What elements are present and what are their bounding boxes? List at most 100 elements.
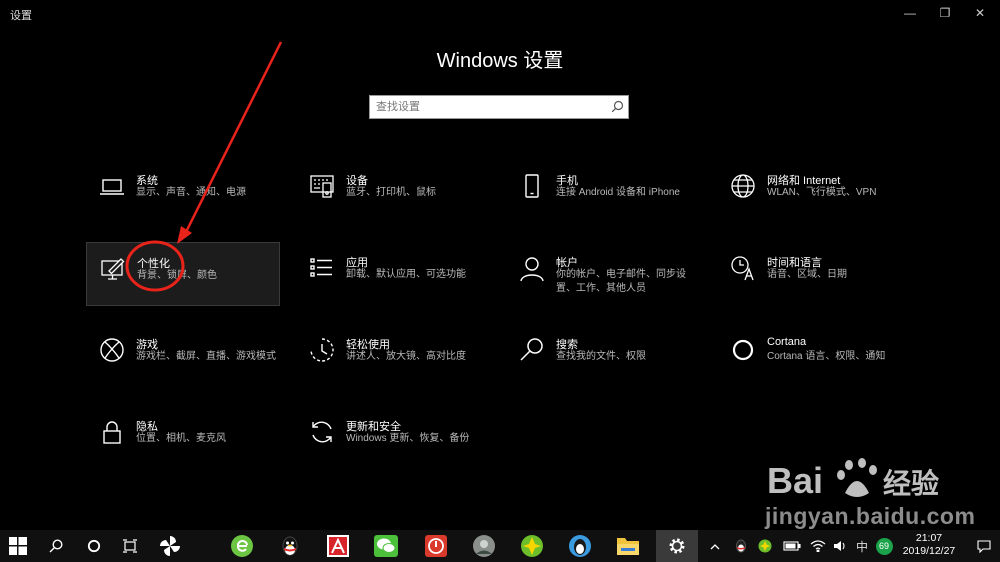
category-desc: 连接 Android 设备和 iPhone: [556, 187, 680, 198]
gear-icon: [669, 538, 685, 554]
baidu-watermark: Bai 经验 jingyan.baidu.com: [765, 455, 980, 540]
taskbar: 中 69 21:07 2019/12/27: [0, 530, 1000, 562]
category-gaming[interactable]: 游戏 游戏栏、截屏、直播、游戏模式: [86, 324, 280, 388]
minimize-button[interactable]: —: [893, 0, 927, 26]
category-personalization[interactable]: 个性化 背景、锁屏、颜色: [86, 242, 280, 306]
category-update-security[interactable]: 更新和安全 Windows 更新、恢复、备份: [296, 406, 490, 470]
taskbar-pinwheel-app[interactable]: [152, 530, 188, 562]
category-desc: 查找我的文件、权限: [556, 351, 646, 362]
taskbar-app-file-explorer[interactable]: [608, 530, 648, 562]
tray-wifi[interactable]: [806, 530, 830, 562]
power-app-icon: [425, 535, 447, 557]
taskbar-app-red-power[interactable]: [416, 530, 456, 562]
category-desc: 游戏栏、截屏、直播、游戏模式: [136, 351, 276, 362]
category-desc: 显示、声音、通知、电源: [136, 187, 246, 198]
tray-volume[interactable]: [830, 530, 850, 562]
category-search[interactable]: 搜索 查找我的文件、权限: [506, 324, 700, 388]
notification-icon: [977, 539, 991, 553]
taskbar-app-settings[interactable]: [656, 530, 698, 562]
category-cortana[interactable]: Cortana Cortana 语言、权限、通知: [717, 324, 911, 388]
category-desc: 卸载、默认应用、可选功能: [346, 269, 466, 280]
red-brand-app-icon: [327, 535, 349, 557]
keyboard-icon: [308, 172, 336, 200]
search-icon: [518, 336, 546, 364]
taskbar-clock[interactable]: 21:07 2019/12/27: [898, 532, 960, 558]
cortana-circle-icon: [729, 336, 757, 364]
taskbar-app-green-yellow[interactable]: [512, 530, 552, 562]
maximize-button[interactable]: ❐: [928, 0, 962, 26]
watermark-url: jingyan.baidu.com: [765, 503, 976, 529]
list-icon: [308, 254, 336, 282]
search-input[interactable]: [376, 97, 601, 117]
category-time-language[interactable]: 时间和语言 语音、区域、日期: [717, 242, 911, 306]
tray-green-app[interactable]: [754, 530, 776, 562]
tray-battery[interactable]: [780, 530, 804, 562]
user-photo-icon: [473, 535, 495, 557]
green-tray-icon: [758, 539, 772, 553]
category-desc: Windows 更新、恢复、备份: [346, 433, 470, 444]
taskbar-app-avatar[interactable]: [464, 530, 504, 562]
cortana-button[interactable]: [76, 530, 112, 562]
taskbar-app-qq[interactable]: [270, 530, 310, 562]
lock-icon: [98, 418, 126, 446]
category-devices[interactable]: 设备 蓝牙、打印机、鼠标: [296, 160, 490, 224]
task-view-button[interactable]: [112, 530, 148, 562]
battery-icon: [783, 541, 801, 551]
tray-badge-count: 69: [875, 537, 893, 555]
start-button[interactable]: [0, 530, 36, 562]
taskbar-app-green-e[interactable]: [222, 530, 262, 562]
tray-qq[interactable]: [730, 530, 752, 562]
task-view-icon: [123, 539, 137, 553]
search-icon[interactable]: [611, 100, 624, 118]
close-button[interactable]: ✕: [963, 0, 997, 26]
taskbar-app-red-logo[interactable]: [318, 530, 358, 562]
phone-icon: [518, 172, 546, 200]
show-hidden-icons-button[interactable]: [706, 530, 724, 562]
paint-icon: [99, 255, 127, 283]
window-title: 设置: [10, 10, 32, 22]
action-center-button[interactable]: [972, 530, 996, 562]
taskbar-search-button[interactable]: [38, 530, 74, 562]
category-apps[interactable]: 应用 卸载、默认应用、可选功能: [296, 242, 490, 306]
baidu-logo: Bai 经验: [767, 458, 939, 501]
tray-ime[interactable]: 中: [852, 530, 872, 562]
paw-icon: [837, 458, 877, 497]
category-desc: 位置、相机、麦克风: [136, 433, 226, 444]
baidu-logo-text: Bai: [767, 460, 823, 501]
taskbar-app-wechat[interactable]: [366, 530, 406, 562]
category-network[interactable]: 网络和 Internet WLAN、飞行模式、VPN: [717, 160, 911, 224]
category-desc: WLAN、飞行模式、VPN: [767, 187, 877, 198]
category-desc: Cortana 语言、权限、通知: [767, 351, 886, 362]
category-phone[interactable]: 手机 连接 Android 设备和 iPhone: [506, 160, 700, 224]
category-ease-of-access[interactable]: 轻松使用 讲述人、放大镜、高对比度: [296, 324, 490, 388]
search-box[interactable]: [369, 95, 629, 119]
pinwheel-icon: [160, 536, 180, 556]
green-yellow-app-icon: [521, 535, 543, 557]
clock-date: 2019/12/27: [902, 545, 956, 557]
blue-penguin-icon: [569, 535, 591, 557]
category-name: Cortana: [767, 336, 807, 348]
folder-icon: [617, 538, 639, 555]
tray-badge[interactable]: 69: [874, 530, 894, 562]
person-icon: [518, 254, 546, 282]
qq-penguin-icon: [282, 536, 298, 556]
clock-language-icon: [729, 254, 757, 282]
wifi-icon: [810, 540, 826, 552]
category-desc: 你的帐户、电子邮件、同步设置、工作、其他人员: [556, 269, 686, 294]
volume-icon: [834, 541, 845, 551]
page-title: Windows 设置: [436, 50, 564, 72]
title-bar: 设置 — ❐ ✕: [0, 0, 1000, 28]
search-icon: [49, 539, 63, 553]
taskbar-app-blue-penguin[interactable]: [560, 530, 600, 562]
category-desc: 语音、区域、日期: [767, 269, 847, 280]
category-privacy[interactable]: 隐私 位置、相机、麦克风: [86, 406, 280, 470]
ease-of-access-icon: [308, 336, 336, 364]
wechat-icon: [374, 535, 398, 557]
baidu-logo-jingyan: 经验: [883, 467, 939, 500]
windows-logo-icon: [9, 537, 27, 555]
cortana-icon: [87, 539, 101, 553]
category-accounts[interactable]: 帐户 你的帐户、电子邮件、同步设置、工作、其他人员: [506, 242, 700, 306]
refresh-icon: [308, 418, 336, 446]
category-system[interactable]: 系统 显示、声音、通知、电源: [86, 160, 280, 224]
category-desc: 蓝牙、打印机、鼠标: [346, 187, 436, 198]
